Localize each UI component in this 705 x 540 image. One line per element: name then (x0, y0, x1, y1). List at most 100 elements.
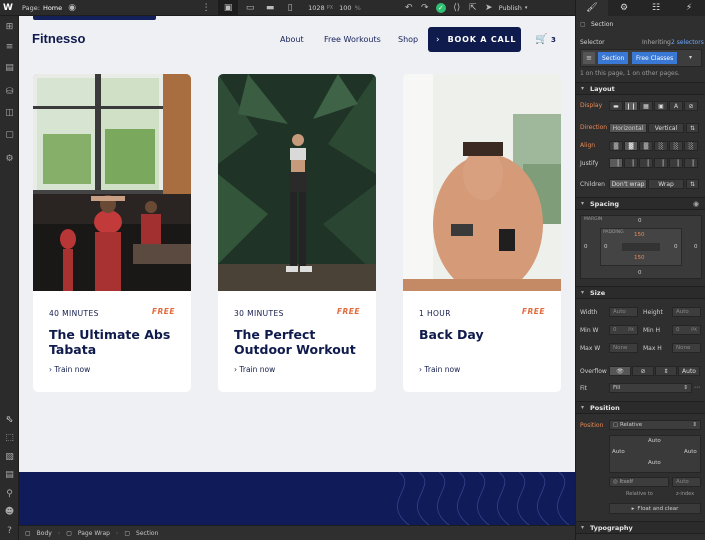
display-inline-icon[interactable]: A (669, 101, 683, 111)
publish-chevron-icon[interactable]: ▾ (525, 5, 528, 11)
class-chip-section[interactable]: Section (598, 52, 629, 64)
class-chip-free-classes[interactable]: Free Classes (632, 52, 678, 64)
align-end-icon[interactable]: ▒ (639, 141, 653, 151)
position-select[interactable]: ▢ Relative ⇕ (609, 420, 701, 430)
design-canvas[interactable]: Fitnesso About Free Workouts Shop › BOOK… (19, 16, 575, 525)
canvas-width-value[interactable]: 1028 (308, 4, 325, 12)
layout-section-header[interactable]: Layout (576, 82, 705, 95)
align-stretch-icon[interactable]: ░ (654, 141, 668, 151)
position-top-value[interactable]: Auto (648, 438, 661, 444)
selector-dropdown-icon[interactable]: ▾ (689, 54, 692, 61)
cart-icon[interactable]: 🛒 (535, 34, 547, 45)
display-none-icon[interactable]: ⊘ (684, 101, 698, 111)
card-title[interactable]: The Perfect Outdoor Workout (234, 327, 370, 357)
fit-more-icon[interactable]: ⋯ (694, 384, 700, 391)
display-flex-icon[interactable]: ❙❙ (624, 101, 638, 111)
padding-right-value[interactable]: 0 (674, 244, 678, 250)
style-manager-drops-icon[interactable]: ☷ (640, 0, 672, 16)
train-now-link[interactable]: › Train now (419, 365, 460, 374)
display-block-icon[interactable]: ▬ (609, 101, 623, 111)
rocket-icon[interactable]: ➤ (481, 0, 497, 16)
help-icon[interactable]: ? (3, 524, 16, 537)
workout-card[interactable]: 30 MINUTES FREE The Perfect Outdoor Work… (218, 74, 376, 392)
nav-link-shop[interactable]: Shop (398, 35, 418, 44)
margin-right-value[interactable]: 0 (694, 244, 698, 250)
tablet-breakpoint-icon[interactable]: ▭ (242, 0, 258, 16)
position-left-value[interactable]: Auto (612, 449, 625, 455)
fit-select[interactable]: Fill ⇕ (609, 383, 692, 393)
preview-icon[interactable]: ▤ (3, 468, 16, 481)
justify-evenly-icon[interactable]: ▕ (684, 158, 698, 168)
breadcrumb-item-page-wrap[interactable]: Page Wrap (78, 530, 110, 537)
justify-around-icon[interactable]: ▕ (669, 158, 683, 168)
card-title[interactable]: Back Day (419, 327, 555, 342)
workout-card[interactable]: 40 MINUTES FREE The Ultimate Abs Tabata … (33, 74, 191, 392)
padding-left-value[interactable]: 0 (604, 244, 608, 250)
settings-gear-icon[interactable]: ⚙ (3, 152, 16, 165)
spacing-settings-icon[interactable]: ◉ (693, 200, 699, 208)
overflow-auto-button[interactable]: Auto (678, 366, 700, 376)
margin-bottom-value[interactable]: 0 (638, 270, 642, 276)
spacing-section-header[interactable]: Spacing (576, 197, 705, 210)
z-index-input[interactable]: Auto (672, 477, 701, 487)
align-extra-icon[interactable]: ░ (684, 141, 698, 151)
position-bottom-value[interactable]: Auto (648, 460, 661, 466)
min-width-input[interactable]: 0 PX (609, 325, 638, 335)
max-width-input[interactable]: None (609, 343, 638, 353)
publish-button[interactable]: Publish (499, 4, 522, 12)
display-grid-icon[interactable]: ▦ (639, 101, 653, 111)
settings-gear-tab-icon[interactable]: ⚙ (608, 0, 640, 16)
breadcrumb-item-body[interactable]: Body (37, 530, 52, 537)
redo-icon[interactable]: ↷ (417, 0, 433, 16)
align-baseline-icon[interactable]: ░ (669, 141, 683, 151)
interactions-bolt-icon[interactable]: ⚡ (672, 0, 705, 16)
page-selector[interactable]: Home (43, 4, 62, 12)
justify-start-icon[interactable]: ▕ (609, 158, 623, 168)
float-and-clear-button[interactable]: ▸ Float and clear (609, 503, 701, 514)
zoom-value[interactable]: 100 (339, 4, 351, 12)
padding-bottom-value[interactable]: 150 (634, 255, 645, 261)
align-start-icon[interactable]: ▒ (609, 141, 623, 151)
selector-settings-icon[interactable]: ≡ (583, 52, 595, 64)
add-element-icon[interactable]: ⊞ (3, 20, 16, 33)
code-icon[interactable]: ⟨⟩ (449, 0, 465, 16)
children-nowrap-button[interactable]: Don't wrap (609, 179, 647, 189)
overflow-scroll-icon[interactable]: ⇕ (655, 366, 677, 376)
users-icon[interactable]: ☻ (3, 505, 16, 518)
display-inline-block-icon[interactable]: ▣ (654, 101, 668, 111)
typography-section-header[interactable]: Typography (576, 521, 705, 534)
nav-link-about[interactable]: About (280, 35, 304, 44)
eye-icon[interactable]: ◉ (64, 0, 80, 16)
max-height-input[interactable]: None (672, 343, 701, 353)
landscape-breakpoint-icon[interactable]: ▬ (262, 0, 278, 16)
export-icon[interactable]: ⇱ (465, 0, 481, 16)
assets-icon[interactable]: ▢ (3, 128, 16, 141)
position-section-header[interactable]: Position (576, 401, 705, 414)
selection-box-icon[interactable]: ⬚ (3, 431, 16, 444)
overflow-visible-icon[interactable]: 👁 (609, 366, 631, 376)
train-now-link[interactable]: › Train now (49, 365, 90, 374)
overflow-hidden-icon[interactable]: ⊘ (632, 366, 654, 376)
undo-icon[interactable]: ↶ (401, 0, 417, 16)
mobile-breakpoint-icon[interactable]: ▯ (282, 0, 298, 16)
margin-top-value[interactable]: 0 (638, 218, 642, 224)
navigator-icon[interactable]: ≡ (3, 40, 16, 53)
min-height-input[interactable]: 0 PX (672, 325, 701, 335)
site-logo[interactable]: Fitnesso (32, 31, 85, 46)
ecommerce-icon[interactable]: ◫ (3, 106, 16, 119)
direction-horizontal-button[interactable]: Horizontal (609, 123, 647, 133)
search-icon[interactable]: ⚲ (3, 487, 16, 500)
card-title[interactable]: The Ultimate Abs Tabata (49, 327, 185, 357)
align-center-icon[interactable]: ▓ (624, 141, 638, 151)
padding-top-value[interactable]: 150 (634, 232, 645, 238)
webflow-logo-icon[interactable]: W (0, 0, 16, 16)
width-input[interactable]: Auto (609, 307, 638, 317)
style-brush-icon[interactable]: 🖌 (576, 0, 608, 16)
cms-icon[interactable]: ⛁ (3, 85, 16, 98)
justify-between-icon[interactable]: ▕ (654, 158, 668, 168)
inheriting-selectors-link[interactable]: 2 selectors (671, 39, 704, 46)
desktop-breakpoint-icon[interactable]: ▣ (218, 0, 239, 16)
train-now-link[interactable]: › Train now (234, 365, 275, 374)
direction-vertical-button[interactable]: Vertical (648, 123, 684, 133)
height-input[interactable]: Auto (672, 307, 701, 317)
